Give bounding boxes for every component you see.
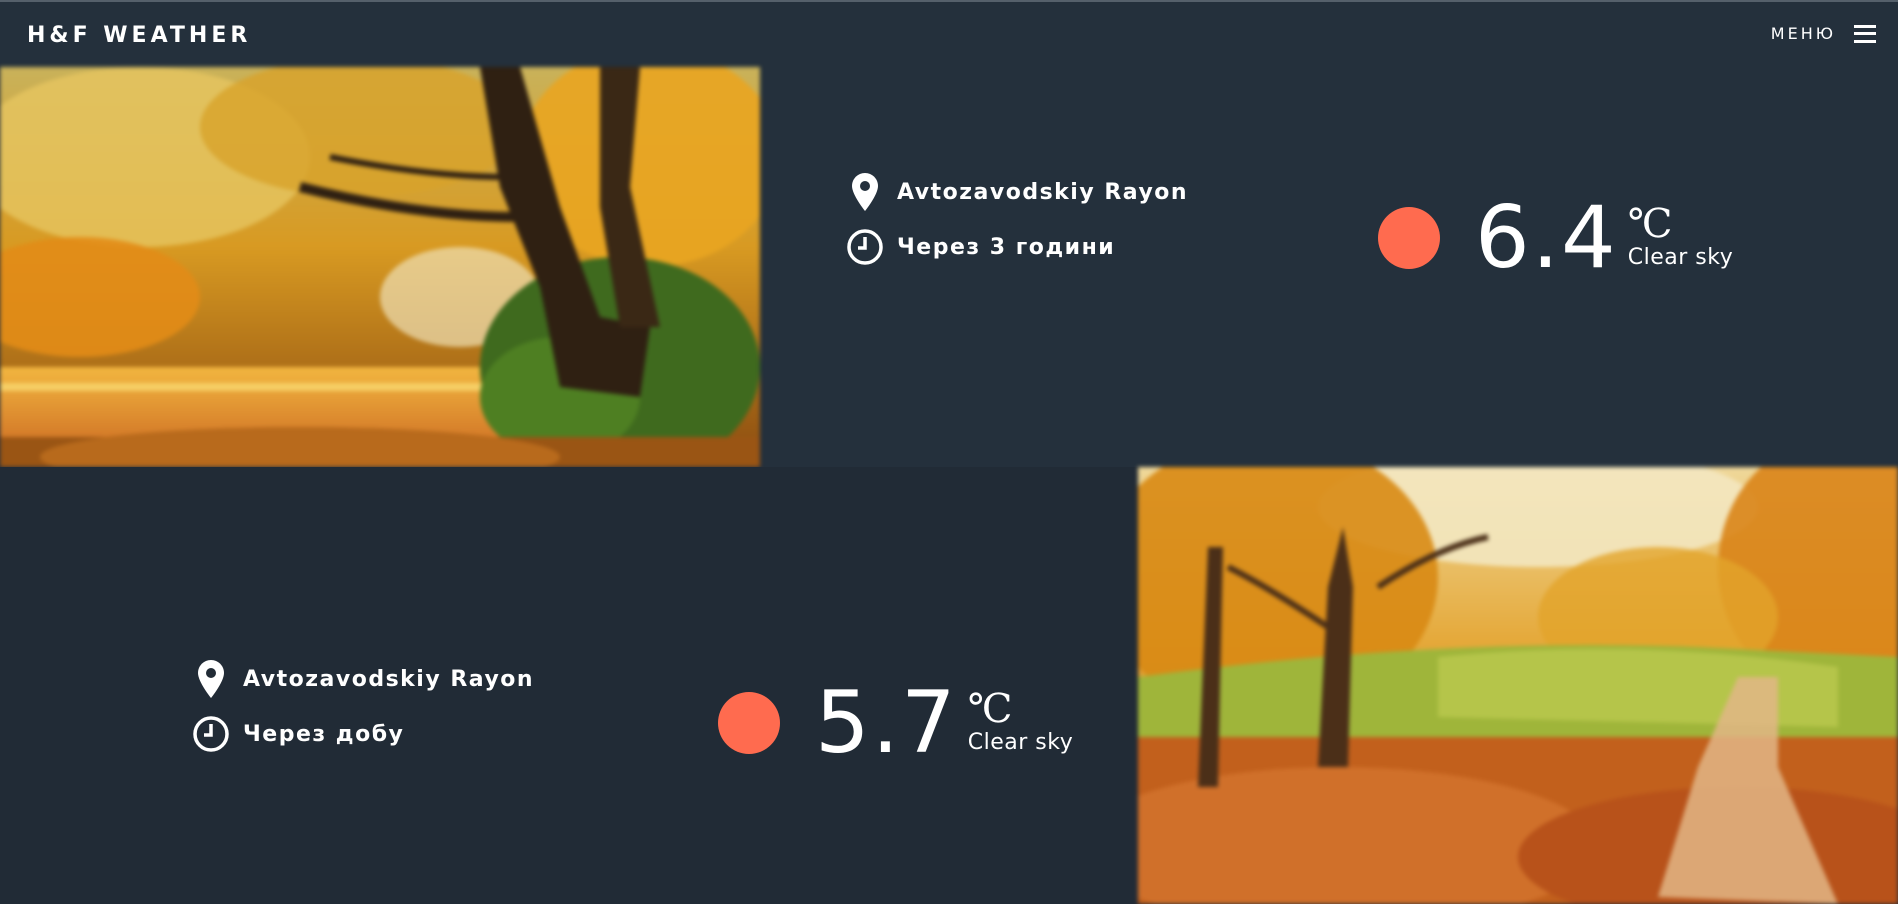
temperature-unit: ℃ — [1627, 200, 1673, 247]
autumn-lake-trees-photo — [0, 67, 760, 467]
forecast-info-day: Avtozavodskiy Rayon Через добу — [191, 659, 534, 769]
temperature-value: 6.4 — [1475, 188, 1618, 288]
autumn-park-path-photo — [1138, 467, 1898, 904]
temperature-meta: ℃ Clear sky — [968, 689, 1073, 755]
menu-button[interactable]: МЕНЮ — [1771, 24, 1876, 43]
location-name: Avtozavodskiy Rayon — [897, 179, 1189, 205]
temperature-meta: ℃ Clear sky — [1628, 204, 1733, 270]
weather-condition: Clear sky — [1627, 244, 1734, 270]
location-row: Avtozavodskiy Rayon — [191, 659, 534, 699]
weather-indicator-dot — [718, 692, 780, 754]
temperature-value: 5.7 — [815, 673, 958, 773]
location-name: Avtozavodskiy Rayon — [243, 666, 535, 692]
time-label: Через 3 години — [897, 234, 1116, 260]
map-pin-icon — [845, 173, 885, 211]
time-row: Через добу — [191, 714, 534, 754]
weather-condition: Clear sky — [967, 729, 1074, 755]
clock-icon — [191, 715, 231, 753]
time-row: Через 3 години — [845, 227, 1188, 267]
menu-label[interactable]: МЕНЮ — [1771, 24, 1836, 43]
map-pin-icon — [191, 660, 231, 698]
clock-icon — [845, 228, 885, 266]
app-header: H&F WEATHER МЕНЮ — [0, 2, 1898, 67]
forecast-card-day: Avtozavodskiy Rayon Через добу 5.7 ℃ Cle… — [0, 467, 1898, 904]
temperature-block-3h: 6.4 ℃ Clear sky — [1378, 195, 1733, 281]
forecast-info-3h: Avtozavodskiy Rayon Через 3 години — [845, 172, 1188, 282]
temperature-unit: ℃ — [967, 685, 1013, 732]
brand-logo[interactable]: H&F WEATHER — [27, 23, 251, 48]
hamburger-icon[interactable] — [1854, 24, 1876, 43]
time-label: Через добу — [243, 721, 405, 747]
location-row: Avtozavodskiy Rayon — [845, 172, 1188, 212]
temperature-block-day: 5.7 ℃ Clear sky — [718, 680, 1073, 766]
forecast-card-3h: Avtozavodskiy Rayon Через 3 години 6.4 ℃… — [0, 67, 1898, 467]
weather-indicator-dot — [1378, 207, 1440, 269]
